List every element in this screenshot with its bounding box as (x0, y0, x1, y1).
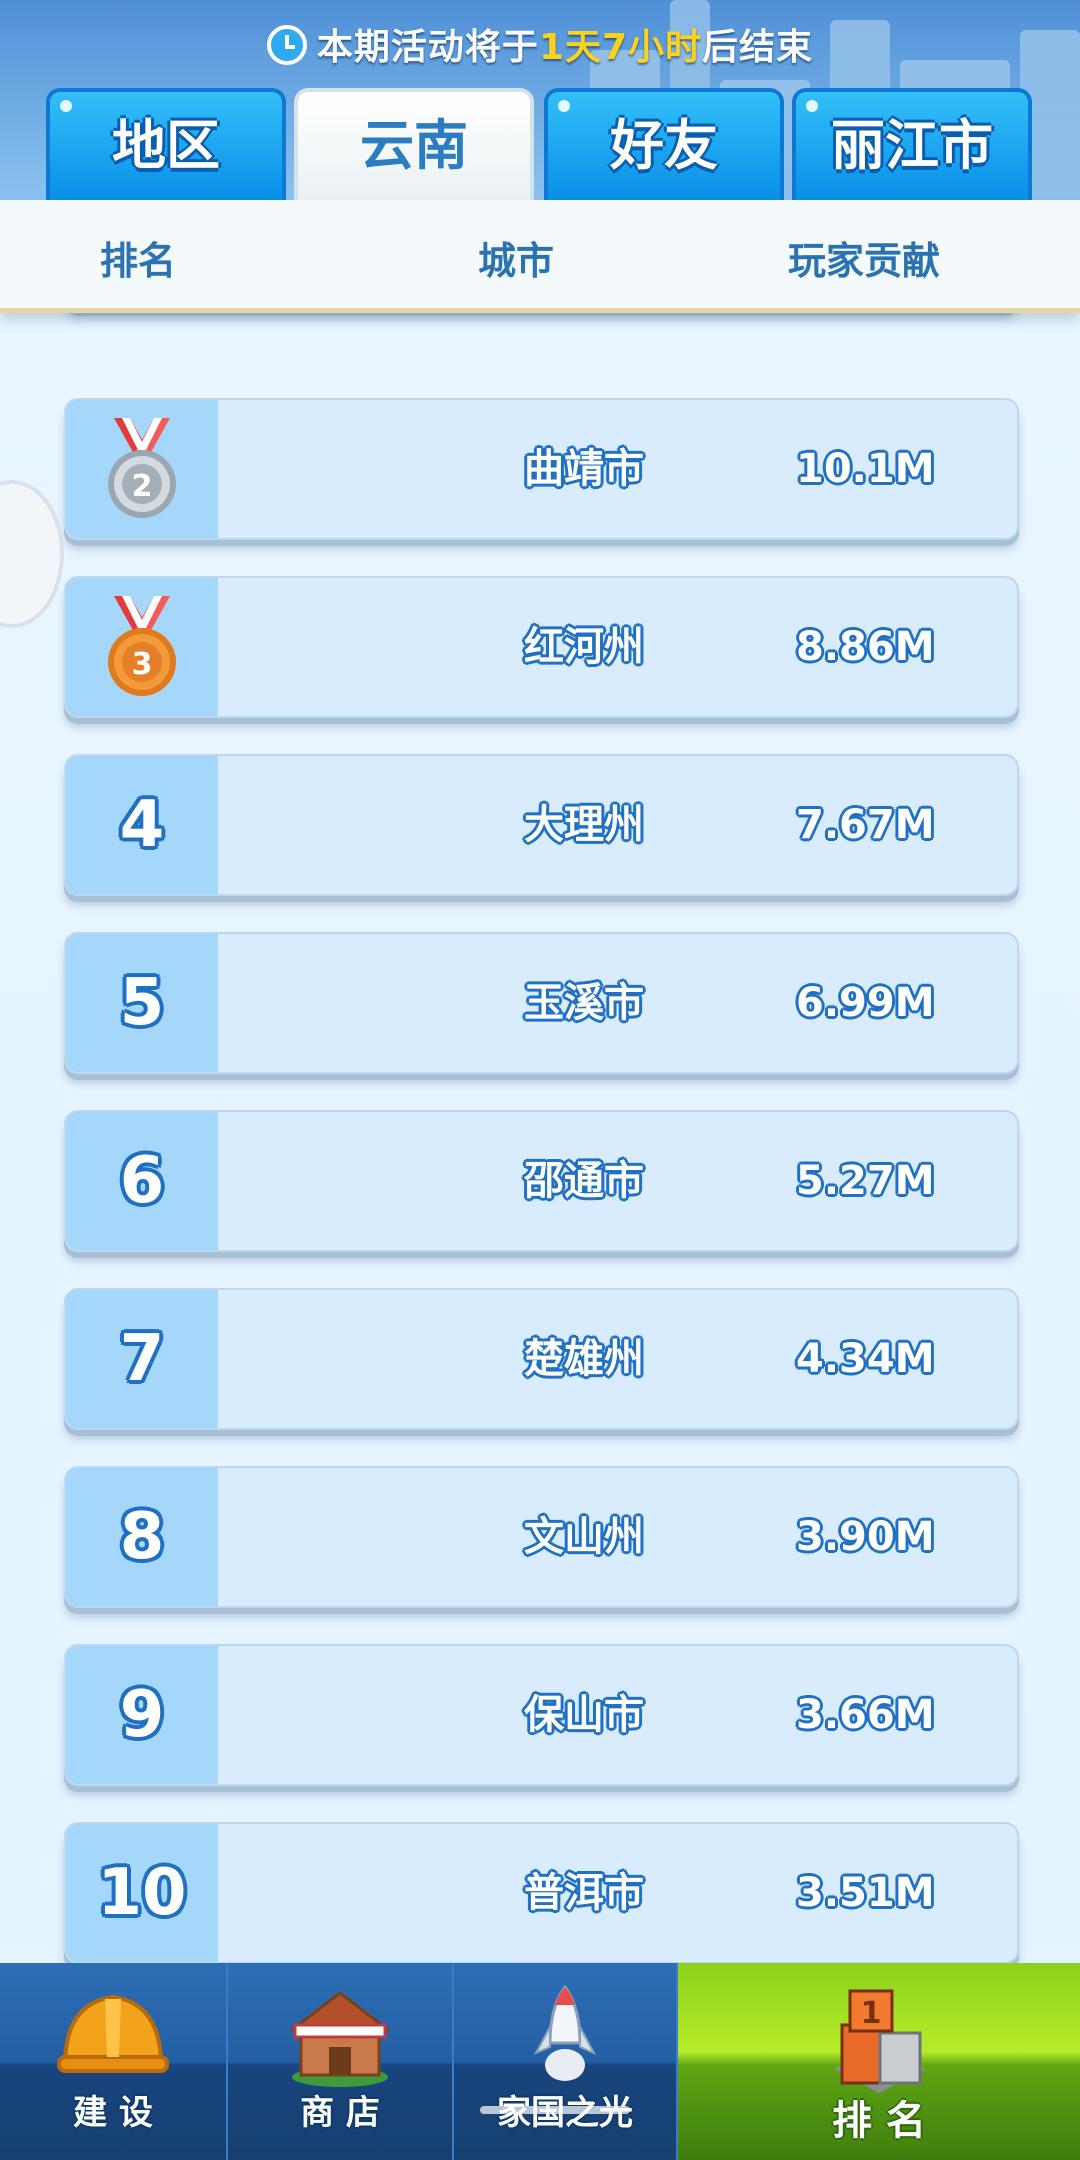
timer-prefix: 本期活动将于 (316, 27, 539, 68)
rank-cell: 2 (66, 400, 218, 538)
rank-cell: 8 (66, 1468, 218, 1606)
leaderboard-row: 7 楚雄州 4.34M (64, 1288, 1019, 1430)
contribution-score: 8.86M (796, 624, 935, 670)
rank-cell: 7 (66, 1290, 218, 1428)
nav-ranking[interactable]: 1 排 名 (678, 1963, 1080, 2160)
tab-region[interactable]: 地区 (46, 88, 286, 200)
rank-cell: 3 (66, 578, 218, 716)
leaderboard-row: 4 大理州 7.67M (64, 754, 1019, 896)
rank-number: 10 (97, 1856, 187, 1930)
city-name: 文山州 (524, 1514, 644, 1560)
clock-icon (266, 25, 307, 65)
home-indicator[interactable] (480, 2106, 630, 2114)
tab-label: 好友 (610, 114, 718, 177)
nav-shop[interactable]: 商 店 (228, 1963, 454, 2160)
rank-number: 6 (119, 1144, 165, 1218)
leaderboard-row: 3 红河州 8.86M (64, 576, 1019, 718)
leaderboard-row: 8 文山州 3.90M (64, 1466, 1019, 1608)
tab-lijiang[interactable]: 丽江市 (792, 88, 1032, 200)
tab-yunnan[interactable]: 云南 (294, 88, 534, 200)
trophy-number: 1 (861, 1996, 882, 2031)
contribution-score: 5.27M (796, 1158, 935, 1204)
city-name: 楚雄州 (524, 1336, 644, 1382)
rank-cell: 4 (66, 756, 218, 894)
rank-cell: 10 (66, 1824, 218, 1962)
leaderboard-row: 5 玉溪市 6.99M (64, 932, 1019, 1074)
tab-friends[interactable]: 好友 (544, 88, 784, 200)
city-name: 普洱市 (524, 1870, 644, 1916)
nav-label: 商 店 (300, 2093, 380, 2133)
event-timer: 本期活动将于1天7小时后结束 (0, 18, 1080, 70)
tab-gloss-dot (60, 100, 72, 112)
contribution-score: 3.90M (796, 1514, 935, 1560)
tab-label: 丽江市 (831, 114, 993, 177)
timer-suffix: 后结束 (702, 27, 814, 68)
rocket-icon (533, 1984, 597, 2081)
contribution-score: 6.99M (796, 980, 935, 1026)
contribution-score: 3.66M (796, 1692, 935, 1738)
contribution-score: 3.51M (796, 1870, 935, 1916)
leaderboard-row: 2 曲靖市 10.1M (64, 398, 1019, 540)
shop-icon (288, 1991, 392, 2087)
nav-national-glory[interactable]: 家国之光 (454, 1963, 678, 2160)
rank-number: 4 (119, 788, 165, 862)
column-city: 城市 (478, 239, 555, 283)
city-name: 邵通市 (524, 1158, 644, 1204)
contribution-score: 10.1M (796, 446, 935, 492)
tab-gloss-dot (558, 100, 570, 112)
leaderboard-list[interactable]: 2 曲靖市 10.1M 3 红河州 8.86M 4 大理州 7.67M 5 玉溪… (0, 200, 1080, 1963)
timer-remaining: 1天7小时 (538, 27, 703, 68)
bottom-nav: 建 设 商 店 家国之光 1 排 名 (0, 1963, 1080, 2160)
rank-number: 5 (119, 966, 165, 1040)
leaderboard-row: 10 普洱市 3.51M (64, 1822, 1019, 1963)
contribution-score: 4.34M (796, 1336, 935, 1382)
contribution-score: 7.67M (796, 802, 935, 848)
bronze-medal-icon: 3 (108, 596, 176, 696)
column-contribution: 玩家贡献 (788, 239, 941, 283)
city-name: 保山市 (524, 1692, 644, 1738)
tab-label: 地区 (112, 114, 220, 177)
city-name: 曲靖市 (524, 446, 644, 492)
silver-medal-icon: 2 (108, 418, 176, 518)
nav-label: 建 设 (73, 2093, 153, 2133)
hard-hat-icon (57, 1994, 169, 2073)
leaderboard-row: 6 邵通市 5.27M (64, 1110, 1019, 1252)
column-header: 排名 城市 玩家贡献 (0, 200, 1080, 313)
tab-label: 云南 (360, 114, 468, 177)
leaderboard-row: 9 保山市 3.66M (64, 1644, 1019, 1786)
rank-cell: 5 (66, 934, 218, 1072)
rank-cell: 9 (66, 1646, 218, 1784)
column-rank: 排名 (100, 239, 177, 283)
tab-gloss-dot (806, 100, 818, 112)
rank-number: 8 (119, 1500, 165, 1574)
rank-number: 7 (119, 1322, 165, 1396)
ranking-trophy-icon: 1 (834, 1989, 926, 2093)
nav-build[interactable]: 建 设 (0, 1963, 228, 2160)
top-header: 本期活动将于1天7小时后结束 地区 云南 好友 丽江市 (0, 0, 1080, 200)
medal-number: 3 (132, 647, 153, 682)
rank-number: 9 (119, 1678, 165, 1752)
medal-number: 2 (132, 469, 153, 504)
city-name: 红河州 (524, 624, 644, 670)
rank-cell: 6 (66, 1112, 218, 1250)
city-name: 大理州 (524, 802, 644, 848)
nav-label: 排 名 (832, 2098, 926, 2144)
city-name: 玉溪市 (524, 980, 644, 1026)
